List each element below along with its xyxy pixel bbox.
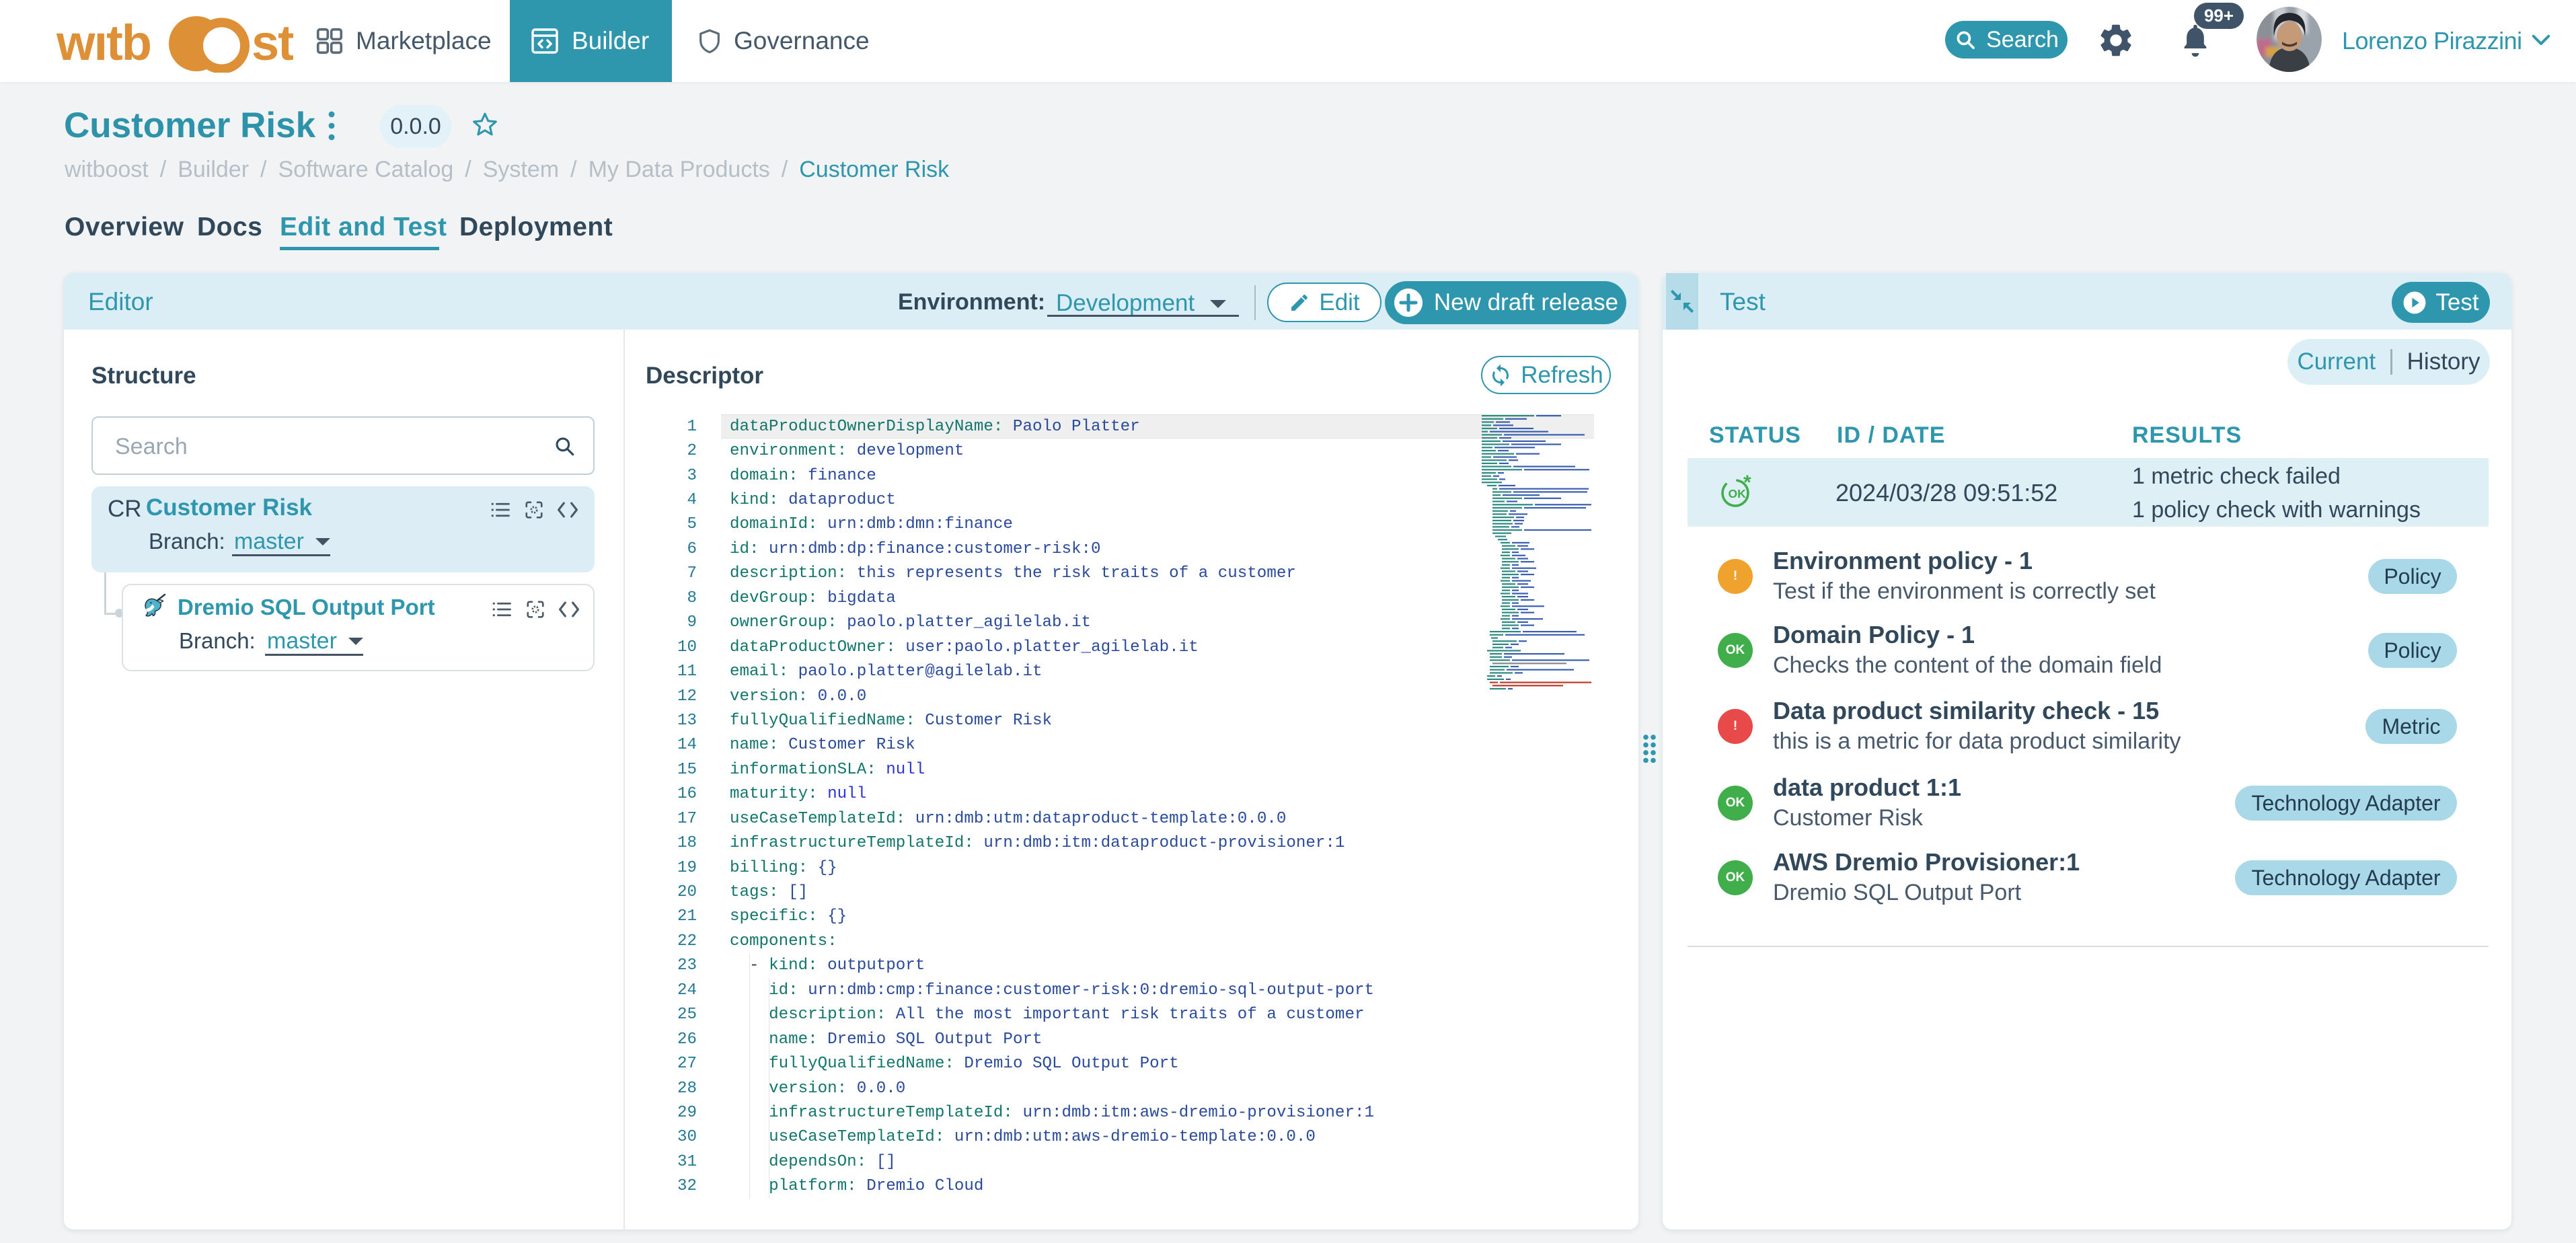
svg-text:*: * [1743, 475, 1751, 494]
svg-text:st: st [252, 15, 293, 71]
svg-text:wıtb: wıtb [56, 15, 151, 71]
